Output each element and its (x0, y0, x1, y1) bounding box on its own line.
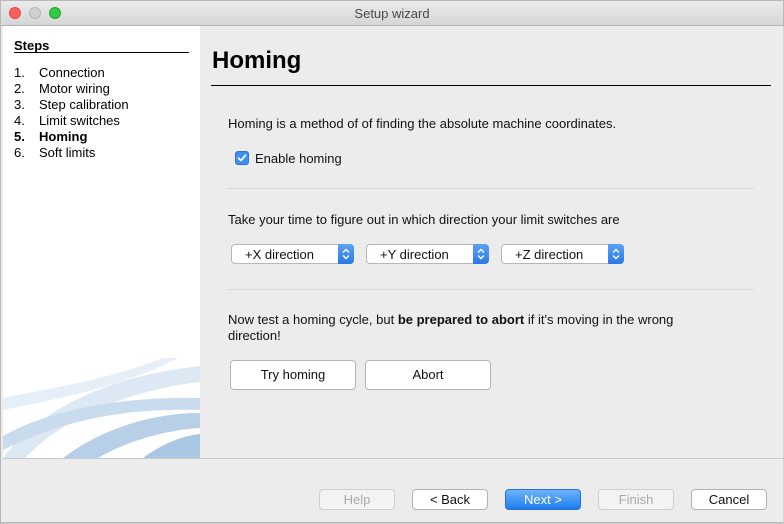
step-label: Soft limits (39, 145, 96, 160)
next-button[interactable]: Next > (505, 489, 581, 510)
step-number: 3. (14, 97, 25, 112)
page-title: Homing (212, 47, 302, 74)
window-title: Setup wizard (354, 6, 430, 21)
test-prompt-text: Now test a homing cycle, but (228, 312, 398, 327)
step-number: 4. (14, 113, 25, 128)
try-homing-button[interactable]: Try homing (230, 360, 356, 390)
step-label: Homing (39, 129, 88, 144)
x-direction-value: +X direction (245, 247, 315, 262)
steps-divider (14, 52, 189, 53)
step-item-connection: 1. Connection (14, 65, 129, 81)
test-prompt-emphasis: be prepared to abort (397, 312, 525, 327)
abort-button[interactable]: Abort (365, 360, 491, 390)
step-label: Step calibration (39, 97, 129, 112)
step-item-homing: 5. Homing (14, 129, 129, 145)
footer-divider (3, 458, 783, 459)
section-separator (227, 289, 754, 290)
steps-heading: Steps (14, 38, 50, 53)
enable-homing-checkbox[interactable] (235, 151, 249, 165)
homing-intro-text: Homing is a method of of finding the abs… (228, 116, 617, 131)
test-homing-prompt: Now test a homing cycle, but be prepared… (228, 312, 768, 344)
steps-list: 1. Connection 2. Motor wiring 3. Step calib… (14, 65, 129, 161)
y-direction-select[interactable]: +Y direction (366, 244, 489, 264)
step-item-step-calibration: 3. Step calibration (14, 97, 129, 113)
step-number: 2. (14, 81, 25, 96)
updown-chevron-icon (473, 244, 489, 264)
setup-wizard-window: Setup wizard Steps 1. Connection 2. Motor … (0, 0, 784, 524)
title-divider (211, 85, 771, 86)
updown-chevron-icon (338, 244, 354, 264)
z-direction-select[interactable]: +Z direction (501, 244, 624, 264)
step-item-motor-wiring: 2. Motor wiring (14, 81, 129, 97)
wizard-content: Homing Homing is a method of of finding … (200, 26, 783, 458)
enable-homing-label[interactable]: Enable homing (255, 151, 342, 166)
step-label: Connection (39, 65, 105, 80)
cancel-button[interactable]: Cancel (691, 489, 767, 510)
step-item-soft-limits: 6. Soft limits (14, 145, 129, 161)
test-prompt-text: if it's moving in the wrong (524, 312, 674, 327)
checkmark-icon (237, 154, 247, 162)
updown-chevron-icon (608, 244, 624, 264)
step-number: 1. (14, 65, 25, 80)
title-bar: Setup wizard (1, 1, 783, 26)
back-button[interactable]: < Back (412, 489, 488, 510)
y-direction-value: +Y direction (380, 247, 449, 262)
step-item-limit-switches: 4. Limit switches (14, 113, 129, 129)
step-number: 6. (14, 145, 25, 160)
test-prompt-text: direction! (228, 328, 281, 343)
step-label: Motor wiring (39, 81, 110, 96)
steps-sidebar: Steps 1. Connection 2. Motor wiring 3. Step… (3, 26, 200, 458)
z-direction-value: +Z direction (515, 247, 584, 262)
finish-button[interactable]: Finish (598, 489, 674, 510)
step-number: 5. (14, 129, 25, 144)
decorative-swoosh-graphic (3, 358, 200, 458)
step-label: Limit switches (39, 113, 120, 128)
help-button[interactable]: Help (319, 489, 395, 510)
x-direction-select[interactable]: +X direction (231, 244, 354, 264)
direction-prompt-text: Take your time to figure out in which di… (228, 212, 620, 227)
section-separator (227, 188, 754, 189)
